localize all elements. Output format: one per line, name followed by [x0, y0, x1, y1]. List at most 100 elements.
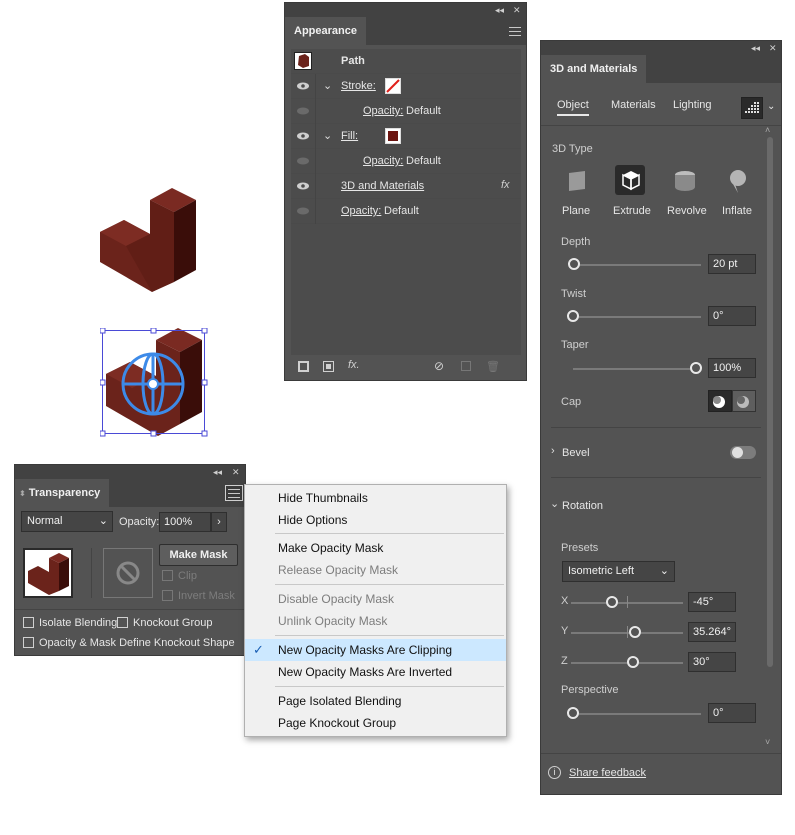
twist-field[interactable]: 0°	[708, 306, 756, 326]
panel-menu-icon[interactable]	[509, 27, 521, 36]
object-opacity-row[interactable]: Opacity: Default	[291, 199, 521, 224]
panel-menu-button[interactable]	[225, 485, 243, 501]
clip-checkbox[interactable]	[162, 570, 173, 581]
object-thumbnail[interactable]	[23, 548, 73, 598]
preset-dropdown[interactable]: Isometric Left ⌄	[562, 561, 675, 582]
mask-thumbnail[interactable]	[103, 548, 153, 598]
opacity-label[interactable]: Opacity:	[341, 205, 381, 217]
selected-shape-group[interactable]	[100, 328, 208, 438]
fx-icon[interactable]: fx	[501, 179, 510, 191]
eye-dim-icon[interactable]	[297, 157, 309, 165]
menu-item-hide-options[interactable]: Hide Options	[245, 509, 506, 531]
trash-icon[interactable]: 🗑	[486, 360, 500, 373]
depth-slider[interactable]	[573, 264, 701, 266]
subtab-materials[interactable]: Materials	[611, 99, 656, 111]
eye-icon[interactable]	[297, 182, 309, 190]
chevron-down-icon[interactable]: ⌄	[323, 129, 332, 142]
subtab-object[interactable]: Object	[557, 99, 589, 116]
duplicate-item-icon[interactable]	[461, 361, 471, 371]
bevel-toggle[interactable]	[730, 446, 756, 459]
menu-item-release-opacity-mask[interactable]: Release Opacity Mask	[245, 559, 506, 581]
tab-appearance[interactable]: Appearance	[285, 17, 366, 45]
menu-item-hide-thumbnails[interactable]: Hide Thumbnails	[245, 487, 506, 509]
invert-mask-checkbox[interactable]	[162, 590, 173, 601]
menu-item-page-knockout-group[interactable]: Page Knockout Group	[245, 712, 506, 734]
fill-swatch[interactable]	[385, 128, 401, 144]
opacity-field[interactable]: 100%	[159, 512, 211, 532]
menu-item-new-masks-inverted[interactable]: New Opacity Masks Are Inverted	[245, 661, 506, 683]
fill-opacity-row[interactable]: Opacity: Default	[291, 149, 521, 174]
add-effect-icon[interactable]: fx.	[348, 359, 360, 371]
bevel-chevron-icon[interactable]: ›	[551, 445, 555, 457]
add-stroke-icon[interactable]	[298, 361, 309, 372]
subtab-lighting[interactable]: Lighting	[673, 99, 712, 111]
twist-slider[interactable]	[573, 316, 701, 318]
materials-topbar[interactable]: ◂◂ ✕	[541, 41, 781, 55]
eye-dim-icon[interactable]	[297, 107, 309, 115]
tab-3d-materials[interactable]: 3D and Materials	[541, 55, 647, 83]
cap-off-button[interactable]	[732, 390, 756, 412]
eye-icon[interactable]	[297, 82, 309, 90]
path-row[interactable]: Path	[291, 49, 521, 74]
clear-appearance-icon[interactable]: ⊘	[434, 359, 444, 373]
stroke-swatch[interactable]	[385, 78, 401, 94]
blend-mode-dropdown[interactable]: Normal ⌄	[21, 511, 113, 532]
scroll-down-icon[interactable]: ˅	[765, 737, 770, 747]
opacity-label[interactable]: Opacity:	[363, 155, 403, 167]
scrollbar[interactable]	[767, 137, 773, 667]
rotation-chevron-icon[interactable]: ⌄	[550, 497, 559, 510]
menu-item-disable-opacity-mask[interactable]: Disable Opacity Mask	[245, 588, 506, 610]
extruded-shape-artwork[interactable]	[98, 184, 198, 296]
appearance-topbar[interactable]: ◂◂ ✕	[285, 3, 526, 17]
twist-slider-handle[interactable]	[567, 310, 579, 322]
z-field[interactable]: 30°	[688, 652, 736, 672]
stroke-label[interactable]: Stroke:	[341, 80, 376, 92]
knockout-group-checkbox[interactable]	[117, 617, 128, 628]
bevel-label[interactable]: Bevel	[562, 447, 590, 459]
taper-slider[interactable]	[573, 368, 701, 370]
y-slider-handle[interactable]	[629, 626, 641, 638]
close-icon[interactable]: ✕	[232, 465, 240, 479]
stroke-opacity-row[interactable]: Opacity: Default	[291, 99, 521, 124]
share-feedback-link[interactable]: Share feedback	[569, 767, 646, 779]
taper-slider-handle[interactable]	[690, 362, 702, 374]
type-revolve[interactable]: Revolve	[667, 167, 707, 217]
effect-row[interactable]: 3D and Materials fx	[291, 174, 521, 199]
type-inflate[interactable]: Inflate	[721, 167, 761, 217]
collapse-icon[interactable]: ◂◂	[495, 3, 504, 17]
menu-item-unlink-opacity-mask[interactable]: Unlink Opacity Mask	[245, 610, 506, 632]
eye-dim-icon[interactable]	[297, 207, 309, 215]
type-plane[interactable]: Plane	[559, 167, 595, 217]
collapse-icon[interactable]: ◂◂	[751, 41, 760, 55]
perspective-field[interactable]: 0°	[708, 703, 756, 723]
knockout-shape-checkbox[interactable]	[23, 637, 34, 648]
stroke-row[interactable]: ⌄ Stroke:	[291, 74, 521, 99]
tab-transparency[interactable]: ⬍ Transparency	[15, 479, 110, 507]
rotation-label[interactable]: Rotation	[562, 500, 603, 512]
transparency-topbar[interactable]: ◂◂ ✕	[15, 465, 245, 479]
close-icon[interactable]: ✕	[769, 41, 777, 55]
fill-row[interactable]: ⌄ Fill:	[291, 124, 521, 149]
x-field[interactable]: -45°	[688, 592, 736, 612]
rotation-widget-icon[interactable]	[118, 350, 188, 420]
render-dropdown-icon[interactable]: ⌄	[767, 101, 775, 112]
menu-item-page-isolated-blending[interactable]: Page Isolated Blending	[245, 690, 506, 712]
fill-label[interactable]: Fill:	[341, 130, 358, 142]
effect-label[interactable]: 3D and Materials	[341, 180, 424, 192]
opacity-label[interactable]: Opacity:	[363, 105, 403, 117]
close-icon[interactable]: ✕	[513, 3, 521, 17]
opacity-slider-button[interactable]: ›	[211, 512, 227, 532]
depth-field[interactable]: 20 pt	[708, 254, 756, 274]
taper-field[interactable]: 100%	[708, 358, 756, 378]
x-slider-handle[interactable]	[606, 596, 618, 608]
perspective-slider-handle[interactable]	[567, 707, 579, 719]
menu-item-make-opacity-mask[interactable]: Make Opacity Mask	[245, 537, 506, 559]
isolate-blending-checkbox[interactable]	[23, 617, 34, 628]
scroll-up-icon[interactable]: ˄	[765, 125, 770, 135]
y-field[interactable]: 35.264°	[688, 622, 736, 642]
collapse-icon[interactable]: ◂◂	[213, 465, 222, 479]
perspective-slider[interactable]	[573, 713, 701, 715]
z-slider-handle[interactable]	[627, 656, 639, 668]
type-extrude[interactable]: Extrude	[613, 165, 651, 219]
cap-on-button[interactable]	[708, 390, 732, 412]
